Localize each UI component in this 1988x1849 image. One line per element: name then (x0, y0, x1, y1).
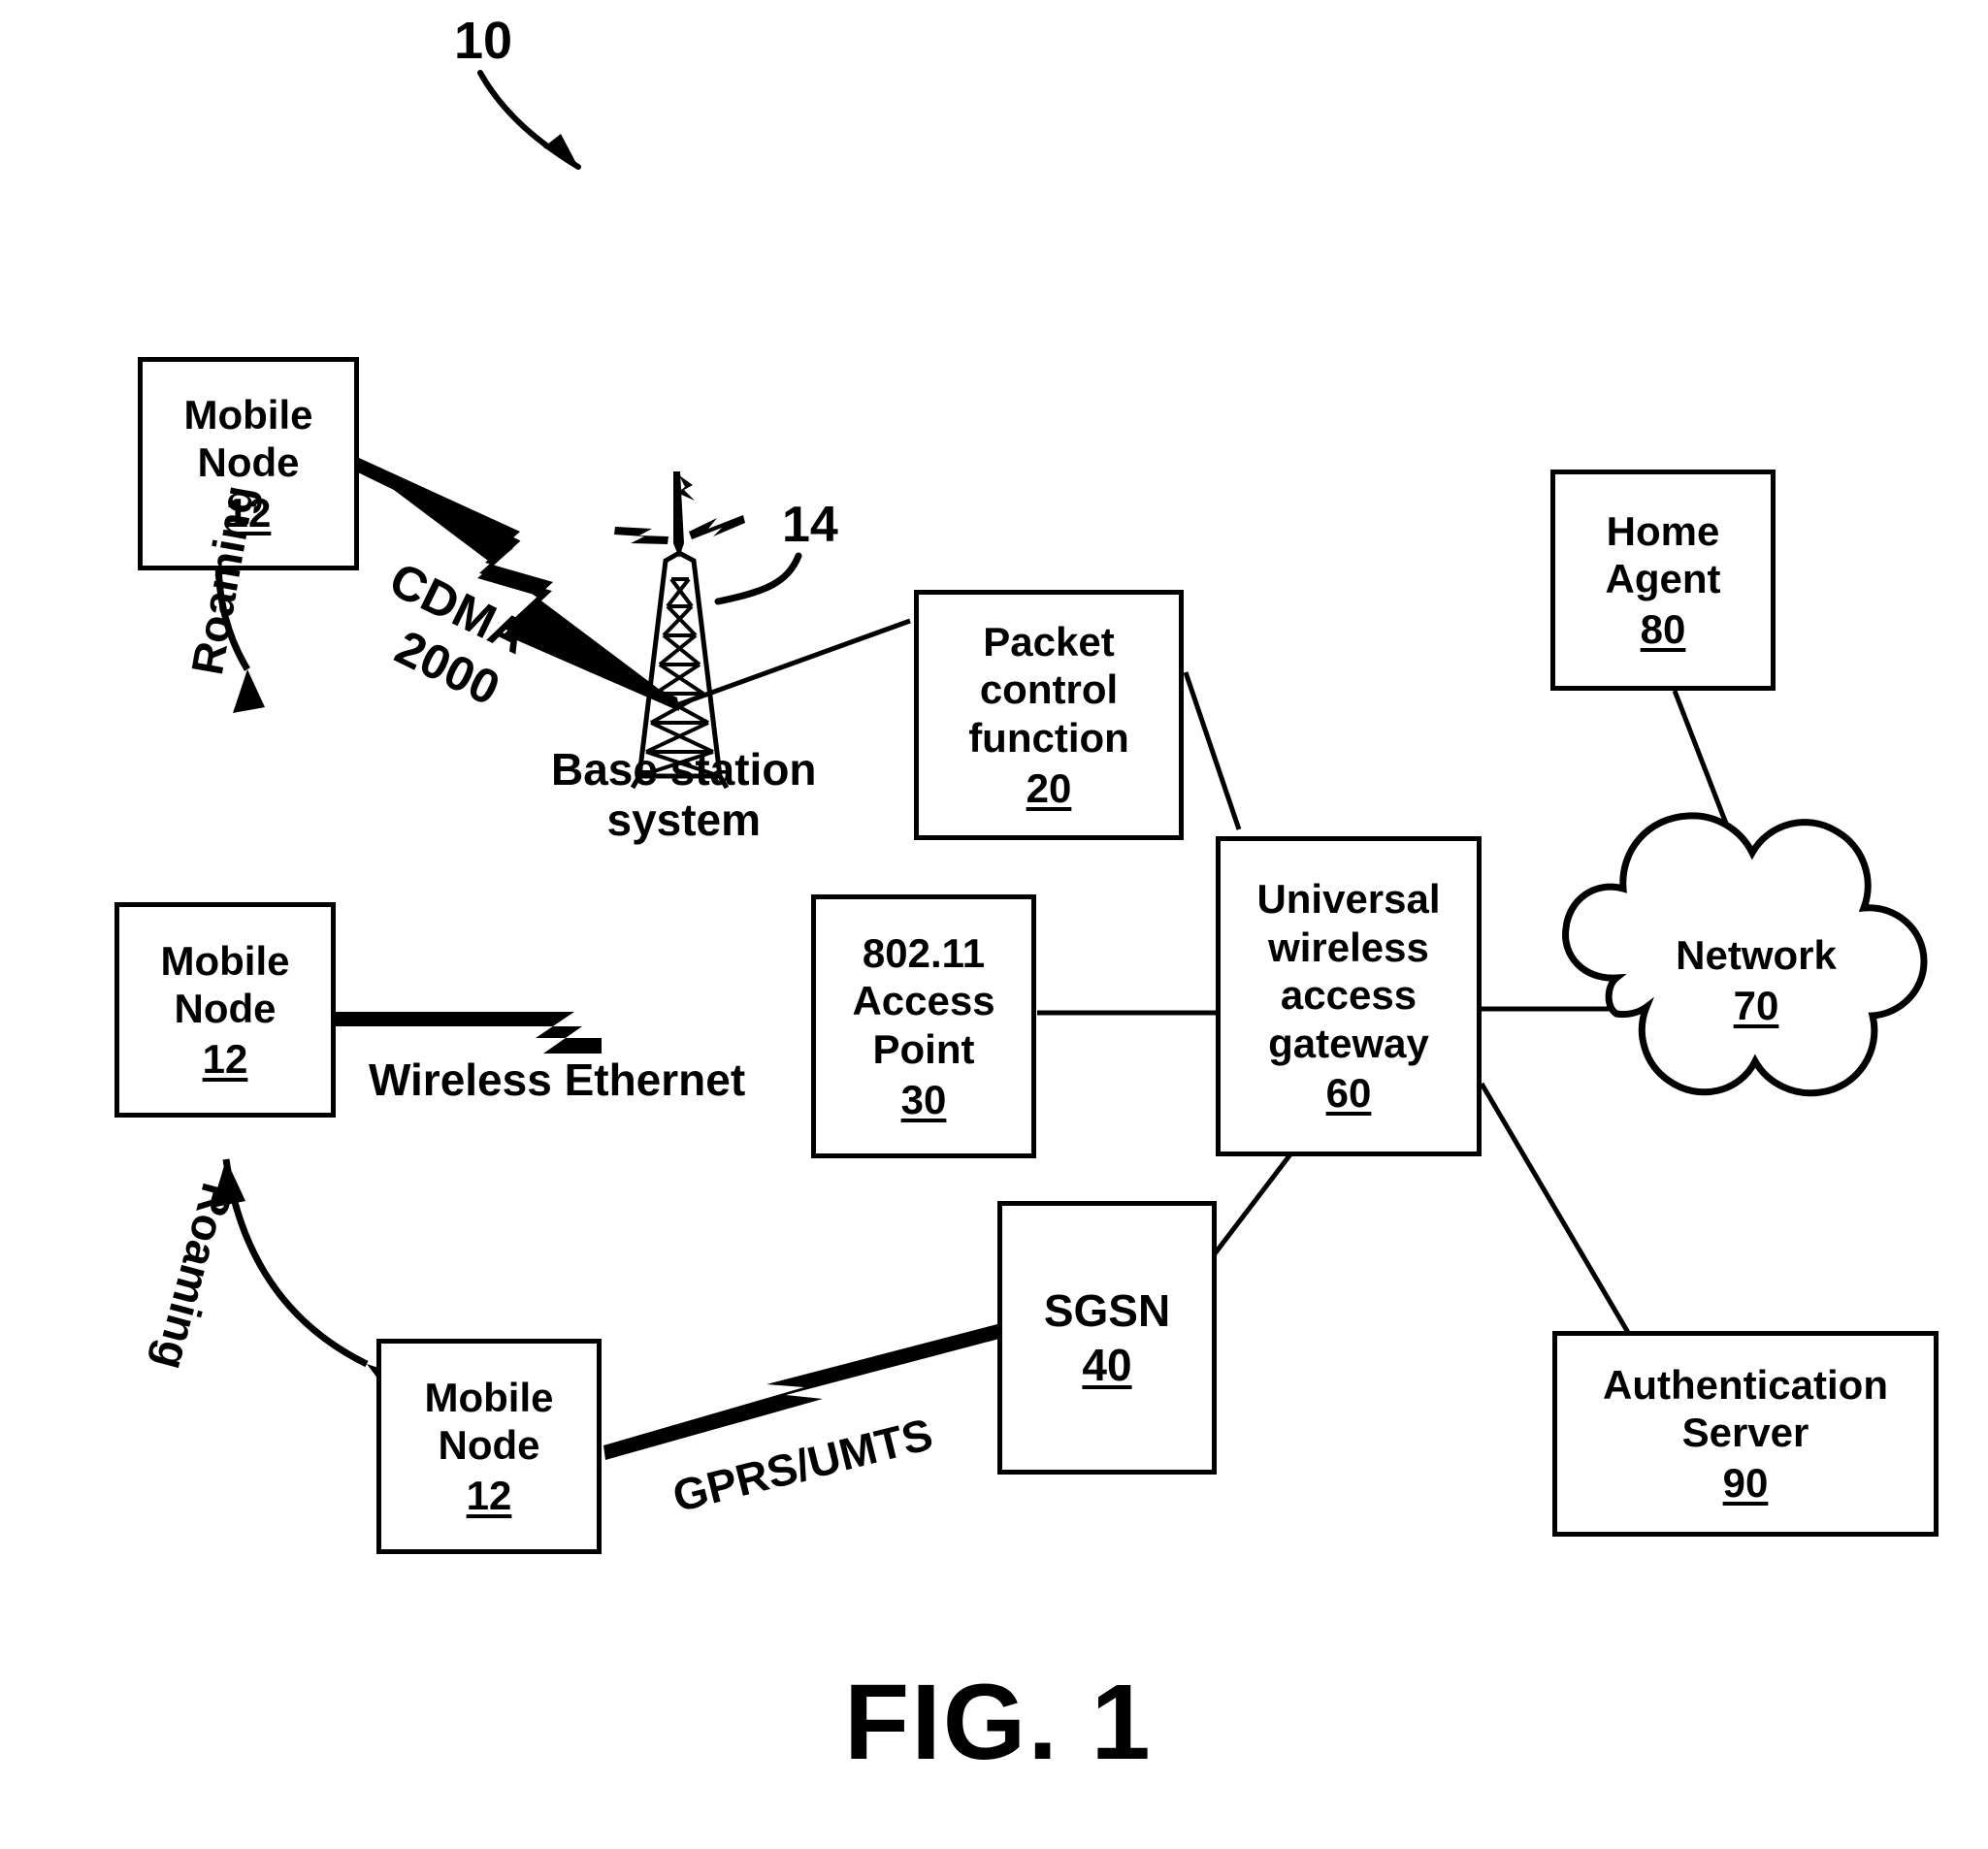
network-ref: 70 (1733, 983, 1779, 1029)
auth-server-line-1: Authentication (1603, 1361, 1888, 1408)
pcf-line-3: function (968, 715, 1129, 761)
access-point-ref: 30 (900, 1076, 947, 1122)
pcf-to-gateway-line (1183, 671, 1242, 830)
auth-server-line-2: Server (1681, 1410, 1809, 1456)
home-agent-ref: 80 (1640, 605, 1686, 652)
wireless-ethernet-label: Wireless Ethernet (369, 1054, 746, 1105)
gateway-to-auth-line (1479, 1082, 1633, 1338)
patent-figure-page: Mobile Node 12 Mobile Node 12 Mobile Nod… (0, 0, 1988, 1849)
mobile-node-bottom-ref: 12 (466, 1472, 512, 1518)
authentication-server-box[interactable]: Authentication Server 90 (1552, 1331, 1939, 1537)
mobile-node-bottom-line-1: Mobile (424, 1374, 554, 1420)
base-station-tower-icon (614, 471, 745, 790)
network-label-text: Network (1676, 932, 1837, 978)
auth-server-ref: 90 (1722, 1459, 1769, 1506)
access-point-line-1: 802.11 (862, 929, 986, 976)
universal-wireless-access-gateway-box[interactable]: Universal wireless access gateway 60 (1216, 836, 1482, 1156)
system-leader-arrow (477, 70, 581, 170)
access-point-line-2: Access (852, 978, 995, 1024)
roaming-label-lower: Roaming (145, 1178, 244, 1376)
home-agent-line-2: Agent (1605, 556, 1721, 602)
mobile-node-middle-line-2: Node (174, 986, 277, 1032)
mobile-node-bottom-line-2: Node (438, 1422, 540, 1469)
mobile-node-middle-ref: 12 (202, 1035, 248, 1082)
home-agent-to-network-line (1672, 690, 1738, 847)
network-cloud-label: Network 70 (1640, 931, 1873, 1031)
sgsn-box[interactable]: SGSN 40 (997, 1201, 1217, 1475)
mobile-node-middle-box[interactable]: Mobile Node 12 (114, 902, 336, 1118)
mobile-node-middle-line-1: Mobile (160, 937, 290, 984)
base-station-system-label: Base station system (551, 744, 817, 845)
base-station-label-line-2: system (606, 794, 762, 845)
figure-caption: FIG. 1 (844, 1663, 1153, 1782)
home-agent-line-1: Home (1606, 507, 1720, 554)
mobile-node-top-line-2: Node (197, 439, 300, 486)
tower-reference-numeral: 14 (782, 497, 838, 553)
access-point-line-3: Point (872, 1026, 975, 1072)
uwag-ref: 60 (1325, 1070, 1372, 1117)
system-reference-numeral: 10 (454, 12, 513, 70)
sgsn-ref: 40 (1082, 1340, 1132, 1390)
home-agent-box[interactable]: Home Agent 80 (1550, 470, 1776, 691)
uwag-line-1: Universal (1256, 876, 1441, 923)
sgsn-to-gateway-line (1211, 1152, 1292, 1258)
sgsn-line-1: SGSN (1043, 1284, 1171, 1336)
gprs-umts-label: GPRS/UMTS (668, 1408, 938, 1522)
pcf-line-1: Packet (983, 618, 1115, 665)
base-station-label-line-1: Base station (551, 744, 817, 795)
tower-to-pcf-line (678, 618, 911, 707)
mobile-node-bottom-box[interactable]: Mobile Node 12 (376, 1339, 602, 1554)
tower-leader-line (714, 552, 802, 605)
pcf-line-2: control (979, 666, 1119, 713)
uwag-line-2: wireless (1268, 924, 1429, 970)
packet-control-function-box[interactable]: Packet control function 20 (914, 590, 1184, 840)
uwag-line-3: access (1280, 972, 1418, 1019)
uwag-line-4: gateway (1268, 1020, 1429, 1066)
pcf-ref: 20 (1026, 764, 1072, 811)
mobile-node-top-line-1: Mobile (183, 391, 313, 438)
access-point-box[interactable]: 802.11 Access Point 30 (811, 894, 1036, 1158)
